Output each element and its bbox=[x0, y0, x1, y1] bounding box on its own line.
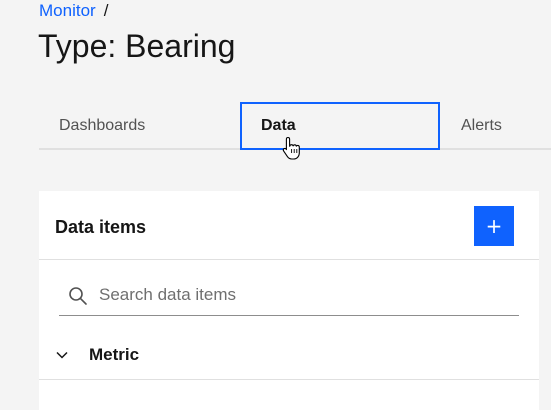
breadcrumb-separator: / bbox=[103, 1, 109, 20]
search-icon bbox=[69, 287, 87, 305]
add-data-item-button[interactable]: + bbox=[474, 206, 514, 246]
panel-title: Data items bbox=[55, 217, 147, 237]
search-field bbox=[59, 276, 519, 316]
panel-header: Data items + bbox=[39, 191, 539, 260]
chevron-down-icon bbox=[56, 351, 68, 359]
data-items-panel: Data items + Metric bbox=[39, 191, 539, 410]
tab-list: Dashboards Data Alerts bbox=[39, 102, 551, 150]
breadcrumb-link-monitor[interactable]: Monitor bbox=[39, 1, 96, 21]
search-input[interactable] bbox=[99, 276, 509, 314]
tab-label: Dashboards bbox=[59, 117, 146, 134]
group-label: Metric bbox=[89, 345, 140, 364]
tab-label: Alerts bbox=[461, 117, 502, 134]
tab-data[interactable]: Data bbox=[240, 102, 440, 150]
group-row-metric[interactable]: Metric bbox=[39, 331, 539, 380]
breadcrumb: Monitor / bbox=[39, 1, 108, 21]
page-title: Type: Bearing bbox=[38, 28, 236, 64]
tab-alerts[interactable]: Alerts bbox=[461, 102, 502, 150]
tab-dashboards[interactable]: Dashboards bbox=[59, 102, 145, 150]
tab-label: Data bbox=[261, 117, 296, 134]
